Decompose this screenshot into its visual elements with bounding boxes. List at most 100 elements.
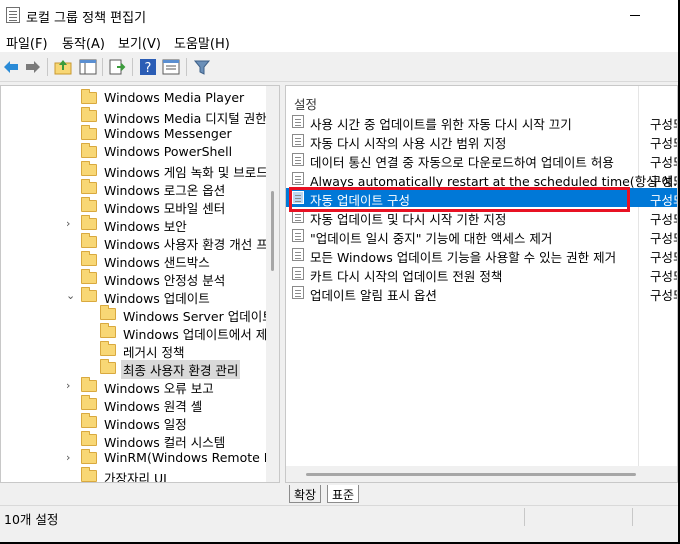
tree-item[interactable]: › Windows 오류 보고 xyxy=(1,377,266,396)
folder-icon xyxy=(81,395,97,410)
tree-item[interactable]: Windows 원격 셸 xyxy=(1,395,266,414)
menu-view[interactable]: 보기(V) xyxy=(118,33,161,52)
toolbar-separator xyxy=(132,58,133,76)
expand-chevron-icon[interactable]: › xyxy=(66,380,76,392)
tree-item[interactable]: Windows 안정성 분석 xyxy=(1,269,266,288)
policy-setting-icon xyxy=(292,115,304,128)
tree-vertical-scrollbar[interactable] xyxy=(266,86,279,482)
tree-item[interactable]: Windows Messenger xyxy=(1,125,266,143)
policy-setting-row[interactable]: 모든 Windows 업데이트 기능을 사용할 수 있는 권한 제거구성되 xyxy=(286,245,677,265)
folder-icon xyxy=(81,377,97,392)
policy-setting-icon xyxy=(292,153,304,166)
tree-item[interactable]: 최종 사용자 환경 관리 xyxy=(1,359,266,379)
menu-action[interactable]: 동작(A) xyxy=(62,33,105,52)
up-folder-icon[interactable] xyxy=(54,58,72,76)
policy-setting-row[interactable]: 데이터 통신 연결 중 자동으로 다운로드하여 업데이트 허용구성되 xyxy=(286,150,677,170)
tree-item[interactable]: Windows 모바일 센터 xyxy=(1,197,266,216)
properties-icon[interactable] xyxy=(162,58,180,76)
column-divider[interactable] xyxy=(638,86,639,106)
policy-setting-icon xyxy=(292,267,304,280)
folder-icon xyxy=(81,179,97,194)
tree-item[interactable]: Windows 샌드박스 xyxy=(1,251,266,270)
tree-item[interactable]: Windows 로그온 옵션 xyxy=(1,179,266,198)
policy-setting-row[interactable]: 자동 다시 시작의 사용 시간 범위 지정구성되 xyxy=(286,131,677,151)
minimize-button[interactable] xyxy=(588,0,640,30)
menu-file[interactable]: 파일(F) xyxy=(6,33,48,52)
toolbar-separator xyxy=(102,58,103,76)
folder-icon xyxy=(81,107,97,122)
expand-chevron-icon[interactable]: › xyxy=(66,452,76,464)
tree-item[interactable]: Windows Media 디지털 권한 관 xyxy=(1,107,279,126)
folder-icon xyxy=(100,305,116,320)
list-scroll-thumb[interactable] xyxy=(306,473,636,476)
tree-item-label: WinRM(Windows Remote Mar xyxy=(104,450,280,465)
expand-chevron-icon[interactable]: › xyxy=(66,218,76,230)
tree-item[interactable]: Windows 게임 녹화 및 브로드 xyxy=(1,161,268,180)
tree-item[interactable]: ⌄ Windows 업데이트 xyxy=(1,287,266,306)
status-divider xyxy=(632,508,633,526)
tree-item[interactable]: Windows Server 업데이트 xyxy=(1,305,274,324)
tab-extended[interactable]: 확장 xyxy=(289,485,322,503)
folder-icon xyxy=(100,341,116,356)
policy-setting-row[interactable]: Always automatically restart at the sche… xyxy=(286,169,677,189)
tree-item[interactable]: › Windows 보안 xyxy=(1,215,266,234)
column-header-setting[interactable]: 설정 xyxy=(294,94,317,113)
tree-item[interactable]: 레거시 정책 xyxy=(1,341,266,360)
tree-item[interactable]: › WinRM(Windows Remote Mar xyxy=(1,449,279,467)
menu-help[interactable]: 도움말(H) xyxy=(174,33,230,52)
collapse-chevron-icon[interactable]: ⌄ xyxy=(66,290,76,302)
settings-list-pane: 설정 사용 시간 중 업데이트를 위한 자동 다시 시작 끄기구성되자동 다시 … xyxy=(285,85,678,483)
policy-setting-row[interactable]: 업데이트 알림 표시 옵션 구성되 xyxy=(286,283,677,303)
menu-bar: 파일(F) 동작(A) 보기(V) 도움말(H) xyxy=(0,30,678,52)
tree-item[interactable]: Windows 사용자 환경 개선 프 xyxy=(1,233,268,252)
folder-icon xyxy=(81,143,97,158)
policy-setting-row[interactable]: 카트 다시 시작의 업데이트 전원 정책구성되 xyxy=(286,264,677,284)
folder-icon xyxy=(100,359,116,374)
tree-item[interactable]: 가장자리 UI xyxy=(1,467,266,482)
folder-icon xyxy=(81,431,97,446)
tab-standard[interactable]: 표준 xyxy=(327,485,360,503)
policy-setting-row[interactable]: "업데이트 일시 중지" 기능에 대한 액세스 제거구성되 xyxy=(286,226,677,246)
policy-setting-row[interactable]: 사용 시간 중 업데이트를 위한 자동 다시 시작 끄기구성되 xyxy=(286,112,677,132)
tree-scroll-thumb[interactable] xyxy=(271,191,274,271)
help-icon[interactable]: ? xyxy=(139,58,157,76)
back-icon[interactable] xyxy=(2,58,20,76)
tree-item[interactable]: Windows PowerShell xyxy=(1,143,266,161)
folder-icon xyxy=(100,323,116,338)
tree-item[interactable]: Windows 업데이트에서 제 xyxy=(1,323,267,342)
policy-setting-state: 구성되 xyxy=(650,288,677,303)
export-list-icon[interactable] xyxy=(109,58,127,76)
policy-setting-icon xyxy=(292,229,304,242)
folder-icon xyxy=(81,215,97,230)
group-policy-editor-window: 로컬 그룹 정책 편집기 파일(F) 동작(A) 보기(V) 도움말(H) ? … xyxy=(0,0,680,544)
list-horizontal-scrollbar[interactable] xyxy=(286,466,677,482)
show-hide-tree-icon[interactable] xyxy=(79,58,97,76)
tree-item[interactable]: Windows Media Player xyxy=(1,89,266,107)
tree-item[interactable]: Windows 컬러 시스템 xyxy=(1,431,266,450)
status-setting-count: 10개 설정 xyxy=(4,512,59,527)
status-divider xyxy=(524,508,525,526)
folder-icon xyxy=(81,161,97,176)
svg-text:?: ? xyxy=(145,61,152,76)
folder-icon xyxy=(81,125,97,140)
folder-icon xyxy=(81,287,97,302)
policy-editor-app-icon xyxy=(6,7,20,23)
forward-icon[interactable] xyxy=(24,58,42,76)
filter-icon[interactable] xyxy=(193,58,211,76)
folder-icon xyxy=(81,449,97,464)
title-bar: 로컬 그룹 정책 편집기 xyxy=(0,0,678,30)
folder-icon xyxy=(81,89,97,104)
folder-icon xyxy=(81,251,97,266)
tree-item[interactable]: Windows 일정 xyxy=(1,413,266,432)
toolbar-separator xyxy=(186,58,187,76)
